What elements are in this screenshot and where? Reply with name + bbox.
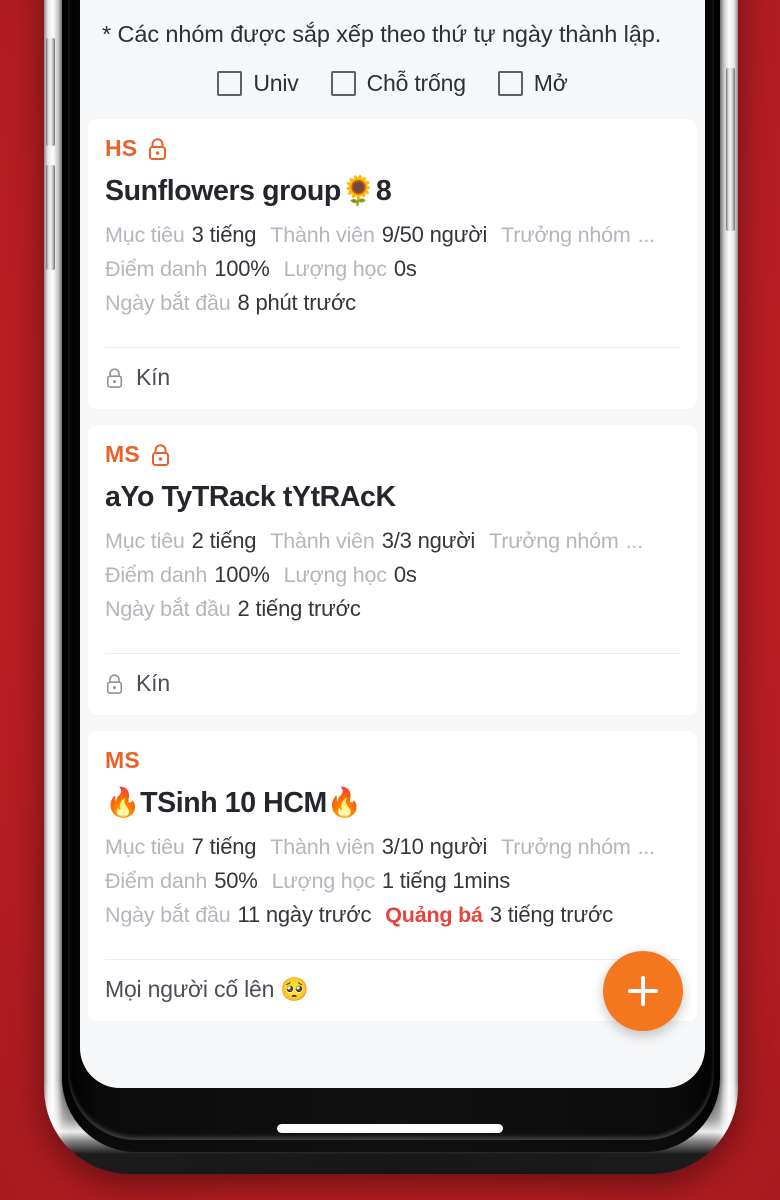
leader-label: Trưởng nhóm <box>501 835 631 859</box>
studytime-value: 1 tiếng 1mins <box>381 868 511 893</box>
app-content: * Các nhóm được sắp xếp theo thứ tự ngày… <box>80 0 705 1088</box>
group-card-main: MS 🔥TSinh 10 HCM🔥 Mục tiêu 7 tiếng Thành v… <box>88 731 697 945</box>
filter-label-cho-trong: Chỗ trống <box>366 70 466 96</box>
group-meta-line-2: Điểm danh 100% Lượng học 0s <box>105 559 680 593</box>
startdate-label: Ngày bắt đầu <box>105 291 231 315</box>
members-label: Thành viên <box>270 223 375 247</box>
group-title: 🔥TSinh 10 HCM🔥 <box>105 787 362 819</box>
group-meta-line-1: Mục tiêu 3 tiếng Thành viên 9/50 người Trưởn… <box>105 219 680 253</box>
members-value: 3/3 người <box>381 528 476 553</box>
attendance-value: 100% <box>214 562 270 587</box>
attendance-label: Điểm danh <box>105 257 208 281</box>
filter-mo[interactable]: Mở <box>497 70 568 97</box>
checkbox-icon-mo[interactable] <box>497 71 523 96</box>
home-indicator[interactable] <box>277 1124 503 1133</box>
add-group-fab[interactable] <box>603 951 683 1031</box>
filter-row: Univ Chỗ trống Mở <box>102 52 683 119</box>
group-card-footer: Kín <box>88 348 697 409</box>
startdate-value: 8 phút trước <box>237 290 357 315</box>
promo-label: Quảng bá <box>385 903 483 927</box>
group-meta: Mục tiêu 7 tiếng Thành viên 3/10 người Trưởn… <box>105 831 680 933</box>
group-meta-line-2: Điểm danh 100% Lượng học 0s <box>105 253 680 287</box>
lock-icon <box>147 137 168 161</box>
filter-label-univ: Univ <box>253 70 299 96</box>
leader-label: Trưởng nhóm <box>489 529 619 553</box>
startdate-value: 11 ngày trước <box>237 902 372 927</box>
group-type-badge: MS <box>105 747 140 773</box>
lock-icon <box>150 443 171 467</box>
plus-icon <box>640 976 646 1006</box>
sort-note: * Các nhóm được sắp xếp theo thứ tự ngày… <box>102 21 662 47</box>
lock-icon <box>105 673 124 695</box>
volume-up-button[interactable] <box>46 38 55 146</box>
startdate-label: Ngày bắt đầu <box>105 903 231 927</box>
group-meta-line-3: Ngày bắt đầu 2 tiếng trước <box>105 593 680 627</box>
group-card[interactable]: HS Sunflowers group🌻8 Mục tiêu 3 tiếng T… <box>88 119 697 409</box>
goal-value: 2 tiếng <box>191 528 257 553</box>
studytime-value: 0s <box>393 562 417 587</box>
group-badge-row: HS <box>105 135 680 162</box>
promo-value: 3 tiếng trước <box>489 902 613 927</box>
group-card-main: MS aYo TyTRack tYtRAcK Mục tiêu 2 tiếng … <box>88 425 697 639</box>
group-privacy-text: Kín <box>136 670 170 696</box>
group-meta-line-3: Ngày bắt đầu 11 ngày trước Quảng bá 3 tiếng… <box>105 899 680 933</box>
group-badge-row: MS <box>105 747 680 774</box>
checkbox-icon-cho-trong[interactable] <box>330 71 356 96</box>
group-card-footer: Kín <box>88 654 697 715</box>
members-value: 3/10 người <box>381 834 488 859</box>
goal-label: Mục tiêu <box>105 835 185 859</box>
leader-value: ... <box>637 223 656 247</box>
attendance-label: Điểm danh <box>105 869 208 893</box>
group-meta-line-1: Mục tiêu 7 tiếng Thành viên 3/10 người Trưởn… <box>105 831 680 865</box>
group-meta-line-2: Điểm danh 50% Lượng học 1 tiếng 1mins <box>105 865 680 899</box>
studytime-label: Lượng học <box>271 869 375 893</box>
group-meta: Mục tiêu 2 tiếng Thành viên 3/3 người Trưởng… <box>105 525 680 627</box>
filter-univ[interactable]: Univ <box>217 70 299 97</box>
filter-cho-trong[interactable]: Chỗ trống <box>330 70 466 97</box>
filter-label-mo: Mở <box>533 70 568 96</box>
startdate-value: 2 tiếng trước <box>237 596 361 621</box>
members-label: Thành viên <box>270 835 375 859</box>
leader-label: Trưởng nhóm <box>501 223 631 247</box>
group-type-badge: HS <box>105 135 138 161</box>
phone-screen: * Các nhóm được sắp xếp theo thứ tự ngày… <box>80 0 705 1088</box>
group-meta: Mục tiêu 3 tiếng Thành viên 9/50 người Trưởn… <box>105 219 680 321</box>
group-meta-line-3: Ngày bắt đầu 8 phút trước <box>105 287 680 321</box>
group-meta-line-1: Mục tiêu 2 tiếng Thành viên 3/3 người Trưởng… <box>105 525 680 559</box>
group-title: Sunflowers group🌻8 <box>105 175 392 207</box>
attendance-value: 100% <box>214 256 270 281</box>
group-type-badge: MS <box>105 441 140 467</box>
leader-value: ... <box>637 835 656 859</box>
members-value: 9/50 người <box>381 222 488 247</box>
studytime-value: 0s <box>393 256 417 281</box>
attendance-label: Điểm danh <box>105 563 208 587</box>
group-privacy-text: Kín <box>136 364 170 390</box>
screenshot-stage: * Các nhóm được sắp xếp theo thứ tự ngày… <box>0 0 780 1200</box>
group-card-list: HS Sunflowers group🌻8 Mục tiêu 3 tiếng T… <box>80 119 705 1021</box>
lock-icon <box>105 367 124 389</box>
goal-value: 3 tiếng <box>191 222 257 247</box>
group-card[interactable]: MS aYo TyTRack tYtRAcK Mục tiêu 2 tiếng … <box>88 425 697 715</box>
power-button[interactable] <box>726 68 735 231</box>
checkbox-icon-univ[interactable] <box>217 71 243 96</box>
studytime-label: Lượng học <box>283 563 387 587</box>
studytime-label: Lượng học <box>283 257 387 281</box>
volume-down-button[interactable] <box>46 165 55 270</box>
group-badge-row: MS <box>105 441 680 468</box>
group-title: aYo TyTRack tYtRAcK <box>105 481 396 513</box>
goal-label: Mục tiêu <box>105 223 185 247</box>
leader-value: ... <box>625 529 644 553</box>
group-note-text: Mọi người cố lên 🥺 <box>105 976 309 1002</box>
header-area: * Các nhóm được sắp xếp theo thứ tự ngày… <box>80 0 705 119</box>
attendance-value: 50% <box>214 868 258 893</box>
group-card-main: HS Sunflowers group🌻8 Mục tiêu 3 tiếng T… <box>88 119 697 333</box>
members-label: Thành viên <box>270 529 375 553</box>
goal-value: 7 tiếng <box>191 834 257 859</box>
startdate-label: Ngày bắt đầu <box>105 597 231 621</box>
goal-label: Mục tiêu <box>105 529 185 553</box>
